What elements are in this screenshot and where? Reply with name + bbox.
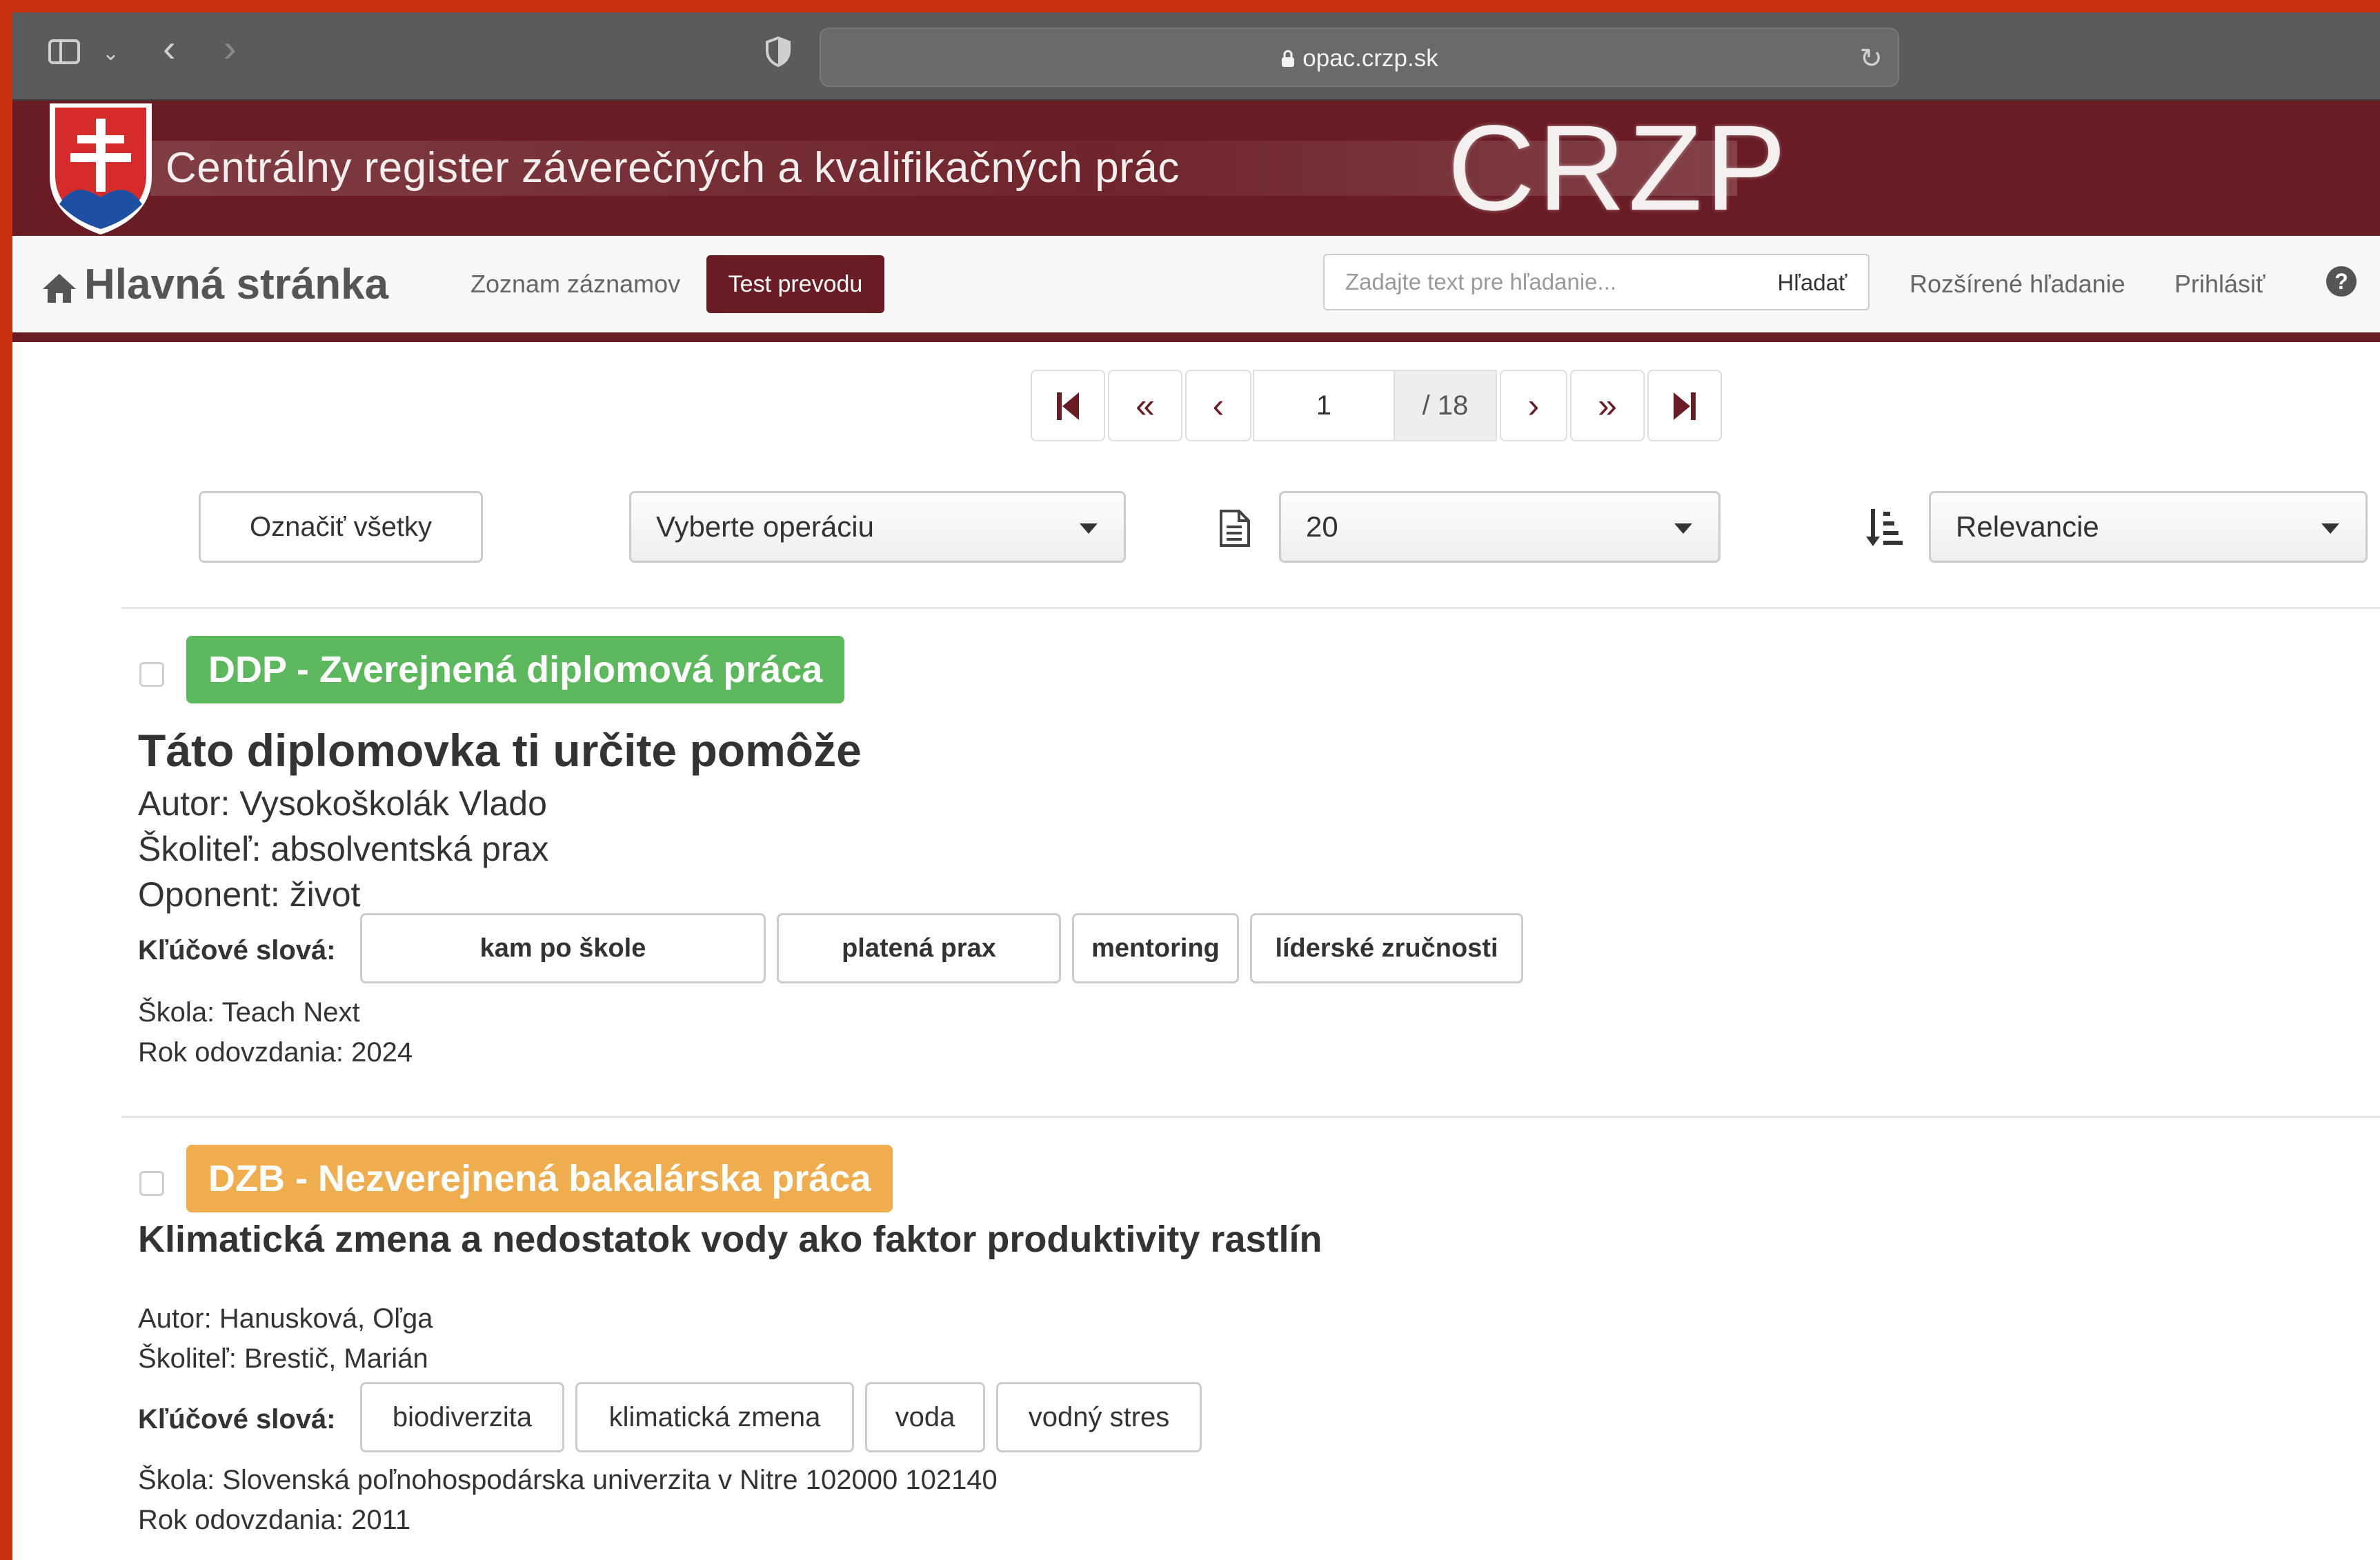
record-type-badge: DZB - Nezverejnená bakalárska práca [186,1145,893,1212]
operation-select-value: Vyberte operáciu [656,510,874,543]
sidebar-toggle-icon[interactable] [48,39,80,64]
result-checkbox[interactable] [139,1171,164,1196]
result-year: Rok odovzdania: 2011 [138,1505,411,1535]
window-frame-left [0,0,12,1560]
keyword-chip[interactable]: voda [865,1382,985,1452]
caret-down-icon [2321,523,2339,534]
help-icon[interactable]: ? [2326,266,2357,297]
url-label: opac.crzp.sk [1302,45,1438,72]
result-title[interactable]: Táto diplomovka ti určite pomôže [138,723,862,778]
select-all-button[interactable]: Označiť všetky [199,491,483,563]
page-number-input[interactable]: 1 [1253,370,1395,441]
test-conversion-button[interactable]: Test prevodu [706,255,884,313]
operation-select[interactable]: Vyberte operáciu [629,491,1126,563]
page-size-select[interactable]: 20 [1279,491,1720,563]
record-type-badge: DDP - Zverejnená diplomová práca [186,636,845,703]
result-checkbox[interactable] [139,662,164,687]
result-supervisor: Školiteľ: Brestič, Marián [138,1343,428,1374]
divider [121,607,2380,609]
crzp-logo: CRZP [1447,101,1789,236]
advanced-search-link[interactable]: Rozšírené hľadanie [1910,263,2125,305]
document-icon [1218,509,1251,551]
caret-down-icon [1674,523,1692,534]
url-text: opac.crzp.sk [821,29,1898,88]
result-author: Autor: Vysokoškolák Vlado [138,784,547,823]
sort-select[interactable]: Relevancie [1929,491,2368,563]
divider [121,1116,2380,1118]
main-navbar: Hlavná stránka Zoznam záznamov Test prev… [12,236,2380,342]
browser-toolbar: ⌄ ‹ › opac.crzp.sk ↻ [12,12,2380,101]
site-banner: Centrálny register záverečných a kvalifi… [12,101,2380,236]
sort-select-value: Relevancie [1956,510,2099,543]
window-frame-top [0,0,2380,12]
result-supervisor: Školiteľ: absolventská prax [138,830,549,868]
prev-fast-button[interactable]: « [1108,370,1182,441]
login-link[interactable]: Prihlásiť [2174,263,2265,305]
keywords-label: Kľúčové slová: [138,1404,336,1434]
page-total: / 18 [1394,370,1497,441]
last-page-button[interactable] [1647,370,1722,441]
prev-page-button[interactable]: ‹ [1185,370,1251,441]
banner-title: Centrálny register záverečných a kvalifi… [166,144,1180,192]
keyword-chip[interactable]: platená prax [777,913,1061,983]
reload-icon[interactable]: ↻ [1859,43,1883,74]
keyword-chip[interactable]: vodný stres [996,1382,1202,1452]
chevron-down-icon[interactable]: ⌄ [102,39,119,69]
forward-icon[interactable]: › [224,29,237,68]
page-size-value: 20 [1306,510,1338,543]
keyword-chip[interactable]: biodiverzita [360,1382,564,1452]
back-icon[interactable]: ‹ [163,29,176,68]
result-school: Škola: Slovenská poľnohospodárska univer… [138,1465,998,1495]
first-page-button[interactable] [1031,370,1105,441]
search-input[interactable] [1323,254,1758,310]
address-bar[interactable]: opac.crzp.sk ↻ [820,28,1899,87]
result-title[interactable]: Klimatická zmena a nedostatok vody ako f… [138,1215,1322,1263]
caret-down-icon [1080,523,1098,534]
keyword-chip[interactable]: líderské zručnosti [1250,913,1523,983]
home-icon [43,274,76,303]
result-author: Autor: Hanusková, Oľga [138,1303,433,1334]
last-page-icon [1674,392,1696,420]
slovak-coat-of-arms-icon [50,103,152,234]
privacy-shield-icon[interactable] [764,36,792,73]
home-link[interactable]: Hlavná stránka [41,261,388,309]
keyword-chip[interactable]: klimatická zmena [575,1382,854,1452]
home-label: Hlavná stránka [84,261,389,308]
keyword-chip[interactable]: mentoring [1072,913,1239,983]
nav-record-list-link[interactable]: Zoznam záznamov [470,263,680,305]
next-fast-button[interactable]: » [1570,370,1645,441]
result-year: Rok odovzdania: 2024 [138,1037,413,1068]
keyword-chip[interactable]: kam po škole [360,913,766,983]
first-page-icon [1057,392,1079,420]
search-button[interactable]: Hľadať [1756,254,1870,310]
keywords-label: Kľúčové slová: [138,935,336,966]
result-opponent: Oponent: život [138,875,361,914]
lock-icon [1282,50,1295,67]
result-school: Škola: Teach Next [138,997,360,1028]
next-page-button[interactable]: › [1500,370,1567,441]
sort-icon[interactable] [1865,506,1903,551]
